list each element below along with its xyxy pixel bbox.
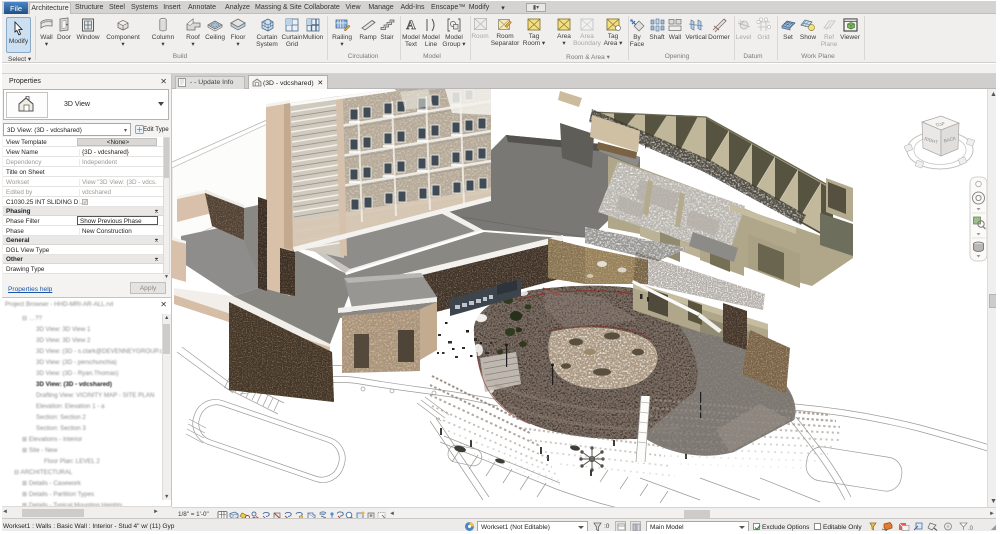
svg-text:A: A: [406, 17, 416, 32]
